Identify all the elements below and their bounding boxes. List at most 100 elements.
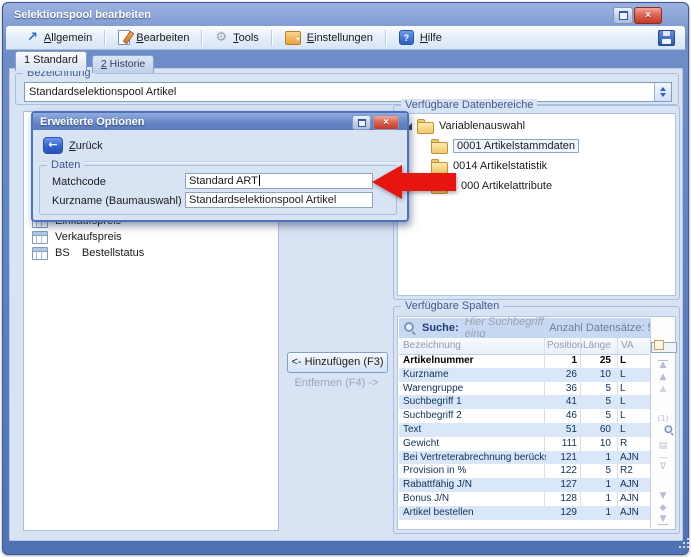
matchcode-label: Matchcode bbox=[52, 176, 106, 188]
bezeichnung-group: Bezeichnung Standardselektionspool Artik… bbox=[15, 73, 679, 105]
help-icon: ? bbox=[399, 30, 414, 45]
toolbar-item-einstellungen[interactable]: Einstellungen bbox=[276, 29, 382, 47]
tab-page-standard: Bezeichnung Standardselektionspool Artik… bbox=[9, 68, 683, 541]
header-bezeichnung[interactable]: Bezeichnung bbox=[403, 340, 461, 351]
tree-item-label: 000 Artikelattribute bbox=[461, 180, 552, 192]
text-caret bbox=[259, 175, 260, 186]
move-up-icon[interactable]: ▲ bbox=[651, 373, 675, 382]
dialog-divider bbox=[37, 161, 403, 163]
toolbar-item-hilfe[interactable]: ? Hilfe bbox=[390, 28, 451, 47]
dialog-title: Erweiterte Optionen bbox=[33, 116, 145, 128]
main-window: Selektionspool bearbeiten × ↗ Allgemein … bbox=[2, 2, 689, 555]
toolbar-label: Hilfe bbox=[420, 32, 442, 44]
table-search-bar[interactable]: Suche: Hier Suchbegriff eing Anzahl Date… bbox=[399, 318, 674, 339]
filter-icon[interactable]: ∇ bbox=[651, 463, 675, 472]
toolbar-label: Einstellungen bbox=[307, 32, 373, 44]
restore-icon bbox=[619, 11, 628, 20]
sort-up-icon[interactable]: ▲ bbox=[651, 385, 675, 394]
group-count-icon[interactable]: (1) bbox=[651, 414, 675, 423]
table-row[interactable]: Gewicht11110R bbox=[399, 437, 650, 451]
table-side-toolbar: ▲ ▲ ▲ (1) ▤ — ∇ ▼ ◆ ▼ bbox=[650, 318, 675, 528]
table-header[interactable]: Bezeichnung Position Länge VA bbox=[399, 338, 650, 355]
column-grid-icon bbox=[32, 247, 48, 260]
kurzname-input[interactable]: Standardselektionspool Artikel bbox=[185, 192, 373, 208]
toolbar-label: Bearbeiten bbox=[136, 32, 189, 44]
tree-item-artikelstammdaten[interactable]: 0001 Artikelstammdaten bbox=[431, 137, 579, 155]
table-row[interactable]: Suchbegriff 1415L bbox=[399, 395, 650, 409]
table-row[interactable]: Artikelnummer125L bbox=[399, 354, 650, 368]
resize-grip[interactable] bbox=[679, 546, 681, 548]
restore-button[interactable] bbox=[613, 7, 633, 24]
toolbar-separator bbox=[201, 30, 203, 46]
tab-standard[interactable]: 1 Standard bbox=[15, 51, 87, 71]
dialog-restore-button[interactable] bbox=[352, 115, 371, 130]
matchcode-input[interactable]: Standard ART bbox=[185, 173, 373, 189]
dialog-close-button[interactable]: × bbox=[373, 115, 399, 130]
tab-historie[interactable]: 2 Historie bbox=[92, 55, 154, 73]
tree-item-label-selected: 0001 Artikelstammdaten bbox=[453, 139, 579, 153]
toolbar-separator bbox=[271, 30, 273, 46]
daten-group: Daten Matchcode Standard ART Kurzname (B… bbox=[39, 165, 397, 215]
header-position[interactable]: Position bbox=[547, 340, 583, 351]
spalten-group: Verfügbare Spalten Suche: Hier Suchbegri… bbox=[393, 306, 680, 534]
window-titlebar: Selektionspool bearbeiten bbox=[3, 3, 688, 26]
datenbereiche-tree[interactable]: Variablenauswahl 0001 Artikelstammdaten … bbox=[397, 113, 676, 296]
combobox-spinner[interactable] bbox=[654, 83, 671, 101]
folder-icon bbox=[431, 162, 448, 174]
spalten-group-label: Verfügbare Spalten bbox=[401, 300, 503, 312]
bezeichnung-value: Standardselektionspool Artikel bbox=[25, 86, 654, 98]
header-laenge[interactable]: Länge bbox=[583, 340, 611, 351]
search-label: Suche: bbox=[422, 322, 459, 334]
table-row[interactable]: Bei Vertreterabrechnung berücksichtige12… bbox=[399, 451, 650, 465]
back-button[interactable]: ← Zurück bbox=[43, 137, 103, 154]
table-row[interactable]: Rabattfähig J/N1271AJN bbox=[399, 478, 650, 492]
details-icon[interactable]: ▤ bbox=[651, 442, 675, 451]
copy-grid-icon[interactable] bbox=[651, 342, 677, 353]
list-item-label: Verkaufspreis bbox=[55, 231, 122, 243]
insert-row-icon[interactable]: ◆ bbox=[651, 504, 675, 513]
table-row[interactable]: Suchbegriff 2465L bbox=[399, 409, 650, 423]
list-item[interactable]: Verkaufspreis bbox=[32, 229, 122, 245]
main-toolbar: ↗ Allgemein Bearbeiten ⚙ Tools Einstellu… bbox=[6, 26, 685, 50]
toolbar-separator bbox=[385, 30, 387, 46]
search-column-icon[interactable] bbox=[664, 425, 683, 435]
arrow-shaft bbox=[402, 173, 456, 191]
column-grid-icon bbox=[32, 231, 48, 244]
window-title: Selektionspool bearbeiten bbox=[3, 9, 151, 21]
table-body: Artikelnummer125L Kurzname2610L Warengru… bbox=[399, 354, 650, 520]
table-row[interactable]: Kurzname2610L bbox=[399, 368, 650, 382]
kurzname-value: Standardselektionspool Artikel bbox=[189, 194, 336, 206]
spinner-up-icon bbox=[660, 87, 666, 91]
folder-icon bbox=[417, 122, 434, 134]
table-row[interactable]: Warengruppe365L bbox=[399, 382, 650, 396]
table-row[interactable]: Text5160L bbox=[399, 423, 650, 437]
move-down-icon[interactable]: ▼ bbox=[651, 492, 675, 501]
daten-group-label: Daten bbox=[47, 159, 84, 171]
erweiterte-optionen-dialog: Erweiterte Optionen × ← Zurück Daten Mat… bbox=[31, 111, 409, 222]
scroll-bottom-icon[interactable]: ▼ bbox=[658, 515, 668, 525]
list-item-label: BS Bestellstatus bbox=[55, 247, 144, 259]
toolbar-label: Tools bbox=[233, 32, 259, 44]
back-arrow-icon: ← bbox=[43, 137, 63, 154]
toolbar-separator bbox=[104, 30, 106, 46]
toolbar-item-allgemein[interactable]: ↗ Allgemein bbox=[18, 29, 101, 46]
toolbar-item-bearbeiten[interactable]: Bearbeiten bbox=[109, 28, 198, 47]
edit-page-icon bbox=[118, 30, 130, 45]
add-button[interactable]: <- Hinzufügen (F3) bbox=[287, 352, 388, 373]
scroll-top-icon[interactable]: ▲ bbox=[658, 360, 668, 370]
toolbar-item-tools[interactable]: ⚙ Tools bbox=[206, 29, 267, 46]
tree-item-variablenauswahl[interactable]: Variablenauswahl bbox=[405, 117, 525, 135]
close-button[interactable]: × bbox=[634, 7, 662, 24]
table-row[interactable]: Bonus J/N1281AJN bbox=[399, 492, 650, 506]
remove-button-disabled: Entfernen (F4) -> bbox=[287, 377, 386, 389]
table-row[interactable]: Artikel bestellen1291AJN bbox=[399, 506, 650, 520]
list-item[interactable]: BS Bestellstatus bbox=[32, 245, 144, 261]
header-va[interactable]: VA bbox=[621, 340, 634, 351]
bezeichnung-combobox[interactable]: Standardselektionspool Artikel bbox=[24, 82, 672, 102]
spinner-down-icon bbox=[660, 93, 666, 97]
save-floppy-icon[interactable] bbox=[658, 30, 675, 46]
table-row[interactable]: Provision in %1225R2 bbox=[399, 464, 650, 478]
search-placeholder[interactable]: Hier Suchbegriff eing bbox=[465, 316, 550, 340]
folder-icon bbox=[431, 142, 448, 154]
tree-item-label: Variablenauswahl bbox=[439, 120, 525, 132]
